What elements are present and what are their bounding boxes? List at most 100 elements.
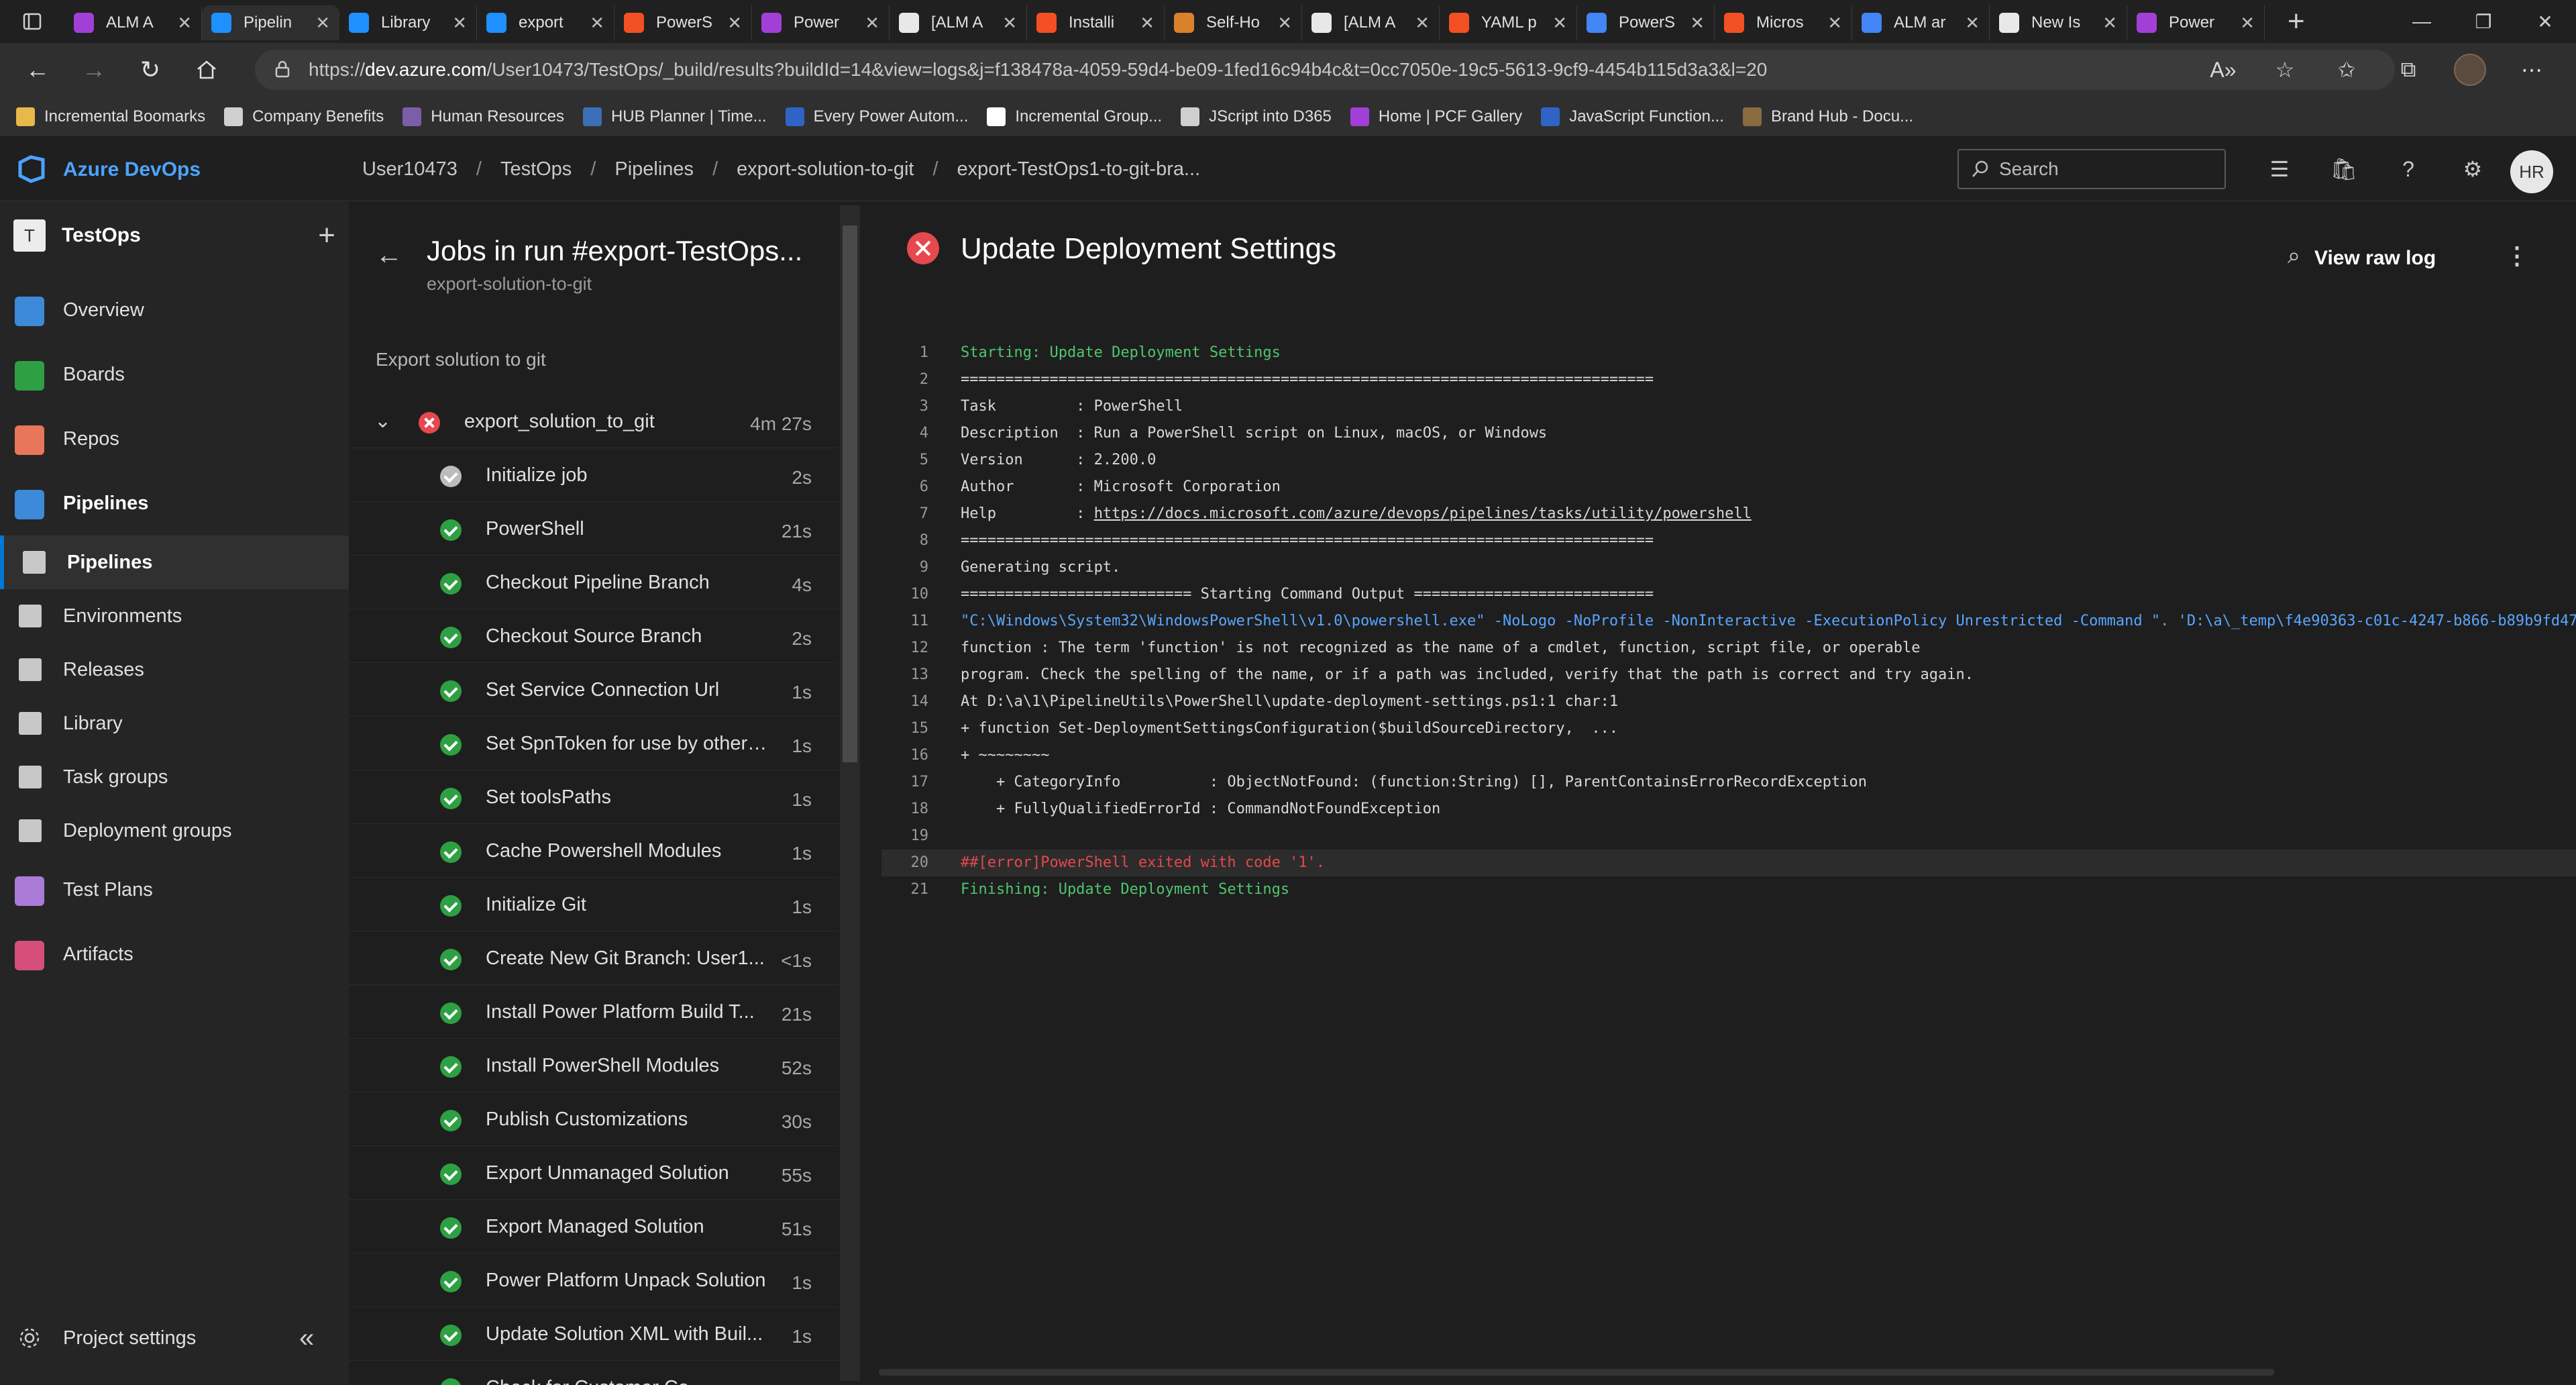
browser-tab[interactable]: Self-Ho ✕ [1165, 5, 1302, 40]
bookmark-item[interactable]: Brand Hub - Docu... [1742, 107, 1913, 126]
breadcrumb-item[interactable]: Pipelines [614, 158, 694, 181]
log-line-number[interactable]: 17 [881, 769, 929, 796]
job-step-row[interactable]: Create New Git Branch: User1... <1s [349, 931, 839, 985]
browser-tab[interactable]: [ALM A ✕ [890, 5, 1027, 40]
breadcrumb-item[interactable]: User10473 [362, 158, 458, 181]
log-line-number[interactable]: 3 [881, 393, 928, 420]
job-step-row[interactable]: Export Managed Solution 51s [349, 1200, 839, 1253]
log-line-number[interactable]: 13 [881, 662, 929, 688]
log-horizontal-scrollbar[interactable] [879, 1369, 2274, 1376]
job-step-row[interactable]: Install Power Platform Build T... 21s [349, 985, 839, 1039]
log-line-number[interactable]: 18 [881, 796, 929, 823]
job-step-row[interactable]: Export Unmanaged Solution 55s [349, 1146, 839, 1200]
sidebar-item-environments[interactable]: Environments [0, 589, 349, 643]
help-link[interactable]: https://docs.microsoft.com/azure/devops/… [1094, 505, 1752, 522]
browser-tab[interactable]: Pipelin ✕ [202, 5, 339, 40]
favorites-icon[interactable]: ✩ [2316, 57, 2377, 83]
browser-tab[interactable]: Power ✕ [752, 5, 890, 40]
browser-tab[interactable]: Library ✕ [339, 5, 477, 40]
browser-tab[interactable]: Installi ✕ [1027, 5, 1165, 40]
job-step-row[interactable]: Set toolsPaths 1s [349, 770, 839, 824]
sidebar-item-library[interactable]: Library [0, 697, 349, 750]
sidebar-item-releases[interactable]: Releases [0, 643, 349, 697]
log-line-number[interactable]: 21 [881, 876, 929, 903]
collections-icon[interactable]: ⧉ [2377, 57, 2439, 83]
back-arrow-icon[interactable]: ← [376, 240, 402, 270]
close-tab-icon[interactable]: ✕ [1552, 13, 1567, 34]
log-line-number[interactable]: 19 [881, 823, 929, 850]
log-line-number[interactable]: 2 [881, 366, 928, 393]
ado-brand[interactable]: Azure DevOps [63, 158, 201, 181]
browser-tab[interactable]: New Is ✕ [1990, 5, 2127, 40]
add-favorite-icon[interactable]: ☆ [2254, 57, 2316, 83]
search-log-icon[interactable]: ⌕ [2288, 243, 2300, 269]
user-settings-icon[interactable]: ⚙ [2440, 150, 2505, 188]
job-step-row[interactable]: Checkout Pipeline Branch 4s [349, 556, 839, 609]
breadcrumb-item[interactable]: export-solution-to-git [737, 158, 914, 181]
work-items-icon[interactable]: ☰ [2247, 150, 2312, 188]
close-tab-icon[interactable]: ✕ [1277, 13, 1292, 34]
close-tab-icon[interactable]: ✕ [1965, 13, 1980, 34]
close-tab-icon[interactable]: ✕ [1827, 13, 1842, 34]
job-step-row[interactable]: Set SpnToken for use by other t... 1s [349, 717, 839, 770]
browser-tab[interactable]: Micros ✕ [1715, 5, 1852, 40]
more-options-icon[interactable]: ⋮ [2505, 242, 2529, 270]
azure-devops-logo-icon[interactable] [16, 153, 47, 184]
close-tab-icon[interactable]: ✕ [2240, 13, 2255, 34]
breadcrumb-item[interactable]: TestOps [500, 158, 572, 181]
close-tab-icon[interactable]: ✕ [452, 13, 467, 34]
job-step-row[interactable]: PowerShell 21s [349, 502, 839, 556]
log-line-number[interactable]: 5 [881, 447, 928, 474]
tab-actions-button[interactable] [0, 0, 64, 43]
close-tab-icon[interactable]: ✕ [590, 13, 604, 34]
bookmark-item[interactable]: Human Resources [402, 107, 564, 126]
read-aloud-icon[interactable]: A» [2192, 58, 2254, 83]
close-tab-icon[interactable]: ✕ [727, 13, 742, 34]
avatar[interactable]: HR [2510, 150, 2553, 193]
home-button[interactable] [178, 43, 235, 97]
bookmark-item[interactable]: HUB Planner | Time... [582, 107, 767, 126]
sidebar-item-pipelines[interactable]: Pipelines [0, 476, 349, 530]
sidebar-item-artifacts[interactable]: Artifacts [0, 927, 349, 981]
browser-tab[interactable]: ALM A ✕ [64, 5, 202, 40]
log-line-number[interactable]: 9 [881, 554, 928, 581]
bookmark-item[interactable]: Every Power Autom... [785, 107, 968, 126]
log-line-number[interactable]: 11 [881, 608, 929, 635]
close-tab-icon[interactable]: ✕ [1415, 13, 1430, 34]
bookmark-item[interactable]: JavaScript Function... [1541, 107, 1724, 126]
new-item-button[interactable]: + [318, 221, 335, 250]
jobs-scroll-thumb[interactable] [843, 225, 857, 762]
browser-tab[interactable]: ALM ar ✕ [1852, 5, 1990, 40]
profile-button[interactable] [2439, 54, 2501, 86]
log-line-number[interactable]: 15 [881, 715, 929, 742]
sidebar-item-task-groups[interactable]: Task groups [0, 750, 349, 804]
job-step-row[interactable]: Cache Powershell Modules 1s [349, 824, 839, 878]
log-line-number[interactable]: 6 [881, 474, 928, 501]
log-line-number[interactable]: 12 [881, 635, 929, 662]
sidebar-item-repos[interactable]: Repos [0, 412, 349, 466]
browser-tab[interactable]: [ALM A ✕ [1302, 5, 1440, 40]
breadcrumb-item[interactable]: export-TestOps1-to-git-bra... [957, 158, 1201, 181]
close-window-button[interactable]: ✕ [2514, 0, 2576, 43]
help-icon[interactable]: ? [2376, 150, 2440, 188]
job-step-row[interactable]: Publish Customizations 30s [349, 1092, 839, 1146]
job-step-row[interactable]: Update Solution XML with Buil... 1s [349, 1307, 839, 1361]
view-raw-log-button[interactable]: View raw log [2314, 247, 2436, 270]
log-line-number[interactable]: 16 [881, 742, 929, 769]
sidebar-item-deployment-groups[interactable]: Deployment groups [0, 804, 349, 858]
back-button[interactable]: ← [9, 43, 66, 97]
marketplace-icon[interactable]: 🛍 [2312, 150, 2376, 188]
job-step-row[interactable]: Check for Customer Co... [349, 1361, 839, 1385]
job-step-row[interactable]: Install PowerShell Modules 52s [349, 1039, 839, 1092]
search-input[interactable]: Search [1957, 149, 2226, 189]
settings-menu-icon[interactable]: ⋯ [2501, 57, 2563, 83]
bookmark-item[interactable]: Home | PCF Gallery [1350, 107, 1522, 126]
log-line-number[interactable]: 20 [881, 850, 929, 876]
job-step-row[interactable]: Set Service Connection Url 1s [349, 663, 839, 717]
close-tab-icon[interactable]: ✕ [315, 13, 330, 34]
address-bar[interactable]: https://dev.azure.com/User10473/TestOps/… [255, 50, 2395, 90]
log-line-number[interactable]: 14 [881, 688, 929, 715]
browser-tab[interactable]: PowerS ✕ [1577, 5, 1715, 40]
forward-button[interactable]: → [66, 43, 122, 97]
refresh-button[interactable]: ↻ [122, 43, 178, 97]
